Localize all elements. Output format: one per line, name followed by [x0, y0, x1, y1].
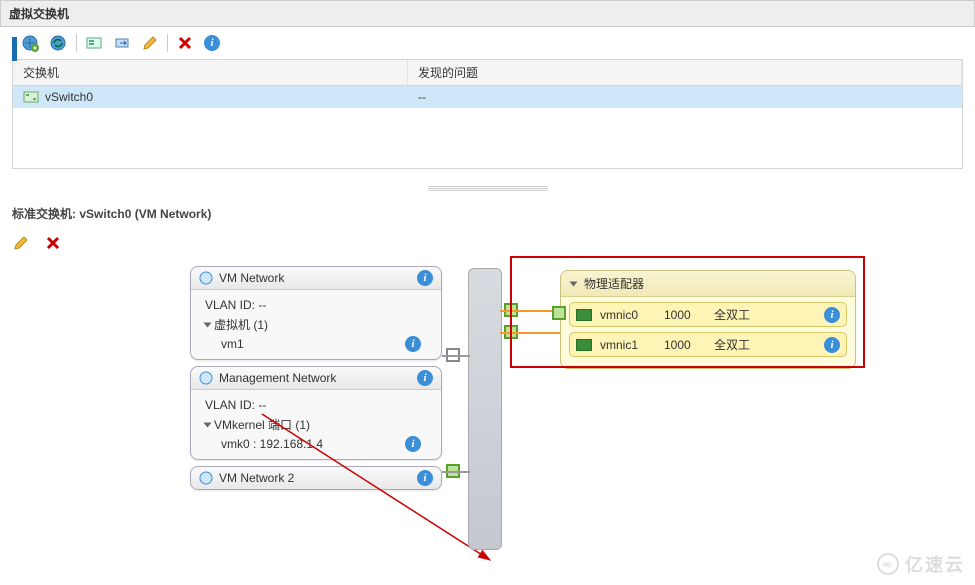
connector-line — [442, 355, 470, 357]
vm-group[interactable]: 虚拟机 (1) — [205, 314, 268, 335]
highlight-rectangle — [510, 256, 865, 368]
vswitch-body — [468, 268, 502, 550]
card-title: VM Network 2 — [219, 471, 411, 485]
table-empty-area — [13, 108, 962, 168]
col-switch: 交换机 — [13, 60, 408, 85]
watermark-text: 亿速云 — [905, 551, 965, 577]
vm-group-label: 虚拟机 (1) — [214, 316, 268, 333]
info-icon[interactable]: i — [417, 270, 433, 286]
migrate-vm-icon[interactable] — [113, 33, 133, 53]
cell-issues: -- — [408, 86, 962, 108]
portgroup-icon — [199, 371, 213, 385]
detail-title-name: vSwitch0 (VM Network) — [79, 207, 211, 221]
vlan-label: VLAN ID: -- — [205, 296, 427, 314]
expand-icon — [204, 322, 212, 327]
edit-icon[interactable] — [141, 34, 159, 52]
info-icon[interactable]: i — [202, 33, 222, 53]
info-icon[interactable]: i — [417, 370, 433, 386]
info-icon[interactable]: i — [405, 336, 421, 352]
portgroup-icon — [199, 471, 213, 485]
vmkernel-group[interactable]: VMkernel 端口 (1) — [205, 414, 427, 435]
portgroup-vm-network-2[interactable]: VM Network 2 i — [190, 466, 442, 490]
card-title: VM Network — [219, 271, 411, 285]
vmk-item[interactable]: vmk0 : 192.168.1.4 — [205, 435, 323, 453]
detail-title: 标准交换机: vSwitch0 (VM Network) — [0, 201, 975, 226]
card-body: VLAN ID: -- 虚拟机 (1) vm1 i — [191, 290, 441, 359]
remove-icon[interactable] — [176, 34, 194, 52]
manage-host-icon[interactable] — [85, 33, 105, 53]
vmkernel-label: VMkernel 端口 (1) — [214, 416, 310, 433]
pane-separator[interactable] — [428, 185, 548, 191]
vlan-label: VLAN ID: -- — [205, 396, 427, 414]
switch-name: vSwitch0 — [45, 90, 93, 104]
card-header: VM Network i — [191, 267, 441, 290]
selection-indicator — [12, 37, 17, 61]
topology-diagram: VM Network i VLAN ID: -- 虚拟机 (1) vm1 i M… — [0, 266, 975, 556]
info-icon[interactable]: i — [417, 470, 433, 486]
switch-table: 交换机 发现的问题 vSwitch0 -- — [12, 59, 963, 169]
cell-switch-name: vSwitch0 — [13, 86, 408, 108]
col-issues: 发现的问题 — [408, 60, 962, 85]
card-header: VM Network 2 i — [191, 467, 441, 490]
portgroup-management[interactable]: Management Network i VLAN ID: -- VMkerne… — [190, 366, 442, 460]
card-body: VLAN ID: -- VMkernel 端口 (1) vmk0 : 192.1… — [191, 390, 441, 459]
remove-icon[interactable] — [44, 234, 62, 252]
toolbar-separator — [76, 34, 77, 52]
portgroup-icon — [199, 271, 213, 285]
titlebar: 虚拟交换机 — [0, 0, 975, 27]
info-icon[interactable]: i — [405, 436, 421, 452]
portgroup-vm-network[interactable]: VM Network i VLAN ID: -- 虚拟机 (1) vm1 i — [190, 266, 442, 360]
refresh-icon[interactable] — [48, 33, 68, 53]
table-row[interactable]: vSwitch0 -- — [13, 86, 962, 108]
card-title: Management Network — [219, 371, 411, 385]
toolbar: i — [0, 27, 975, 59]
card-header: Management Network i — [191, 367, 441, 390]
edit-icon[interactable] — [12, 234, 30, 252]
expand-icon — [204, 422, 212, 427]
vswitch-icon — [23, 90, 39, 104]
detail-title-prefix: 标准交换机: — [12, 207, 76, 221]
toolbar-separator — [167, 34, 168, 52]
vm-item[interactable]: vm1 — [205, 335, 244, 353]
connector-line — [442, 471, 470, 473]
watermark: ∞ 亿速云 — [877, 551, 965, 577]
table-header-row: 交换机 发现的问题 — [13, 60, 962, 86]
titlebar-label: 虚拟交换机 — [9, 7, 69, 21]
watermark-icon: ∞ — [877, 553, 899, 575]
add-network-icon[interactable] — [20, 33, 40, 53]
